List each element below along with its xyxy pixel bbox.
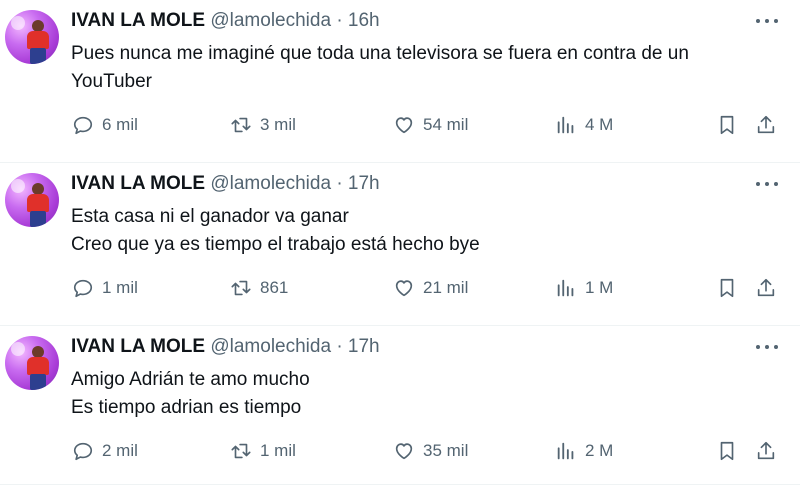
share-icon xyxy=(757,278,775,297)
tweet-header: IVAN LA MOLE @lamolechida · 17h xyxy=(71,335,740,359)
bookmark-button[interactable] xyxy=(716,113,738,137)
views-button[interactable]: 4 M xyxy=(555,113,613,137)
tweet-text-line: Es tiempo adrian es tiempo xyxy=(71,397,302,418)
reply-count: 1 mil xyxy=(102,278,138,297)
share-icon xyxy=(757,441,775,460)
bookmark-button[interactable] xyxy=(716,276,738,300)
tweet-text: Esta casa ni el ganador va ganar Creo qu… xyxy=(71,203,780,259)
more-dots-icon[interactable] xyxy=(756,339,778,355)
bookmark-icon xyxy=(720,278,734,298)
timestamp[interactable]: 16h xyxy=(348,10,380,31)
tweet-actions: 1 mil 861 21 mil 1 M xyxy=(70,276,782,300)
views-chart-icon xyxy=(557,442,574,460)
separator: · xyxy=(336,336,343,357)
retweet-icon xyxy=(231,280,251,296)
share-button[interactable] xyxy=(755,439,777,463)
retweet-button[interactable]: 1 mil xyxy=(230,439,296,463)
like-button[interactable]: 21 mil xyxy=(393,276,468,300)
tweet[interactable]: IVAN LA MOLE @lamolechida · 17h Esta cas… xyxy=(0,163,800,326)
author-name[interactable]: IVAN LA MOLE xyxy=(71,173,205,194)
tweet-actions: 6 mil 3 mil 54 mil 4 M xyxy=(70,113,782,137)
reply-button[interactable]: 1 mil xyxy=(72,276,138,300)
tweet-text: Amigo Adrián te amo mucho Es tiempo adri… xyxy=(71,366,780,422)
heart-icon xyxy=(395,117,413,134)
author-name[interactable]: IVAN LA MOLE xyxy=(71,336,205,357)
heart-icon xyxy=(395,280,413,297)
author-handle[interactable]: @lamolechida xyxy=(210,173,331,194)
author-handle[interactable]: @lamolechida xyxy=(210,336,331,357)
tweet[interactable]: IVAN LA MOLE @lamolechida · 16h Pues nun… xyxy=(0,0,800,163)
tweet-text-line: Creo que ya es tiempo el trabajo está he… xyxy=(71,234,480,255)
tweet-text-line: Pues nunca me imaginé que toda una telev… xyxy=(71,43,689,64)
heart-icon xyxy=(395,443,413,460)
like-button[interactable]: 54 mil xyxy=(393,113,468,137)
avatar[interactable] xyxy=(5,173,59,227)
reply-button[interactable]: 2 mil xyxy=(72,439,138,463)
author-handle[interactable]: @lamolechida xyxy=(210,10,331,31)
tweet-text: Pues nunca me imaginé que toda una telev… xyxy=(71,40,780,96)
tweet[interactable]: IVAN LA MOLE @lamolechida · 17h Amigo Ad… xyxy=(0,326,800,485)
like-count: 21 mil xyxy=(423,278,469,297)
tweet-text-line: Amigo Adrián te amo mucho xyxy=(71,369,310,390)
views-count: 4 M xyxy=(585,115,614,134)
like-count: 35 mil xyxy=(423,441,469,460)
share-icon xyxy=(757,115,775,134)
retweet-button[interactable]: 3 mil xyxy=(230,113,296,137)
tweet-header: IVAN LA MOLE @lamolechida · 17h xyxy=(71,172,740,196)
separator: · xyxy=(336,173,343,194)
views-button[interactable]: 2 M xyxy=(555,439,613,463)
reply-icon xyxy=(73,442,93,461)
more-dots-icon[interactable] xyxy=(756,176,778,192)
tweet-feed: IVAN LA MOLE @lamolechida · 16h Pues nun… xyxy=(0,0,800,485)
timestamp[interactable]: 17h xyxy=(348,336,380,357)
avatar[interactable] xyxy=(5,336,59,390)
like-count: 54 mil xyxy=(423,115,469,134)
views-count: 1 M xyxy=(585,278,614,297)
retweet-count: 1 mil xyxy=(260,441,296,460)
reply-button[interactable]: 6 mil xyxy=(72,113,138,137)
tweet-header: IVAN LA MOLE @lamolechida · 16h xyxy=(71,9,740,33)
share-button[interactable] xyxy=(755,276,777,300)
tweet-text-line: Esta casa ni el ganador va ganar xyxy=(71,206,349,227)
avatar[interactable] xyxy=(5,10,59,64)
like-button[interactable]: 35 mil xyxy=(393,439,468,463)
author-name[interactable]: IVAN LA MOLE xyxy=(71,10,205,31)
share-button[interactable] xyxy=(755,113,777,137)
retweet-icon xyxy=(231,117,251,133)
reply-icon xyxy=(73,116,93,135)
tweet-actions: 2 mil 1 mil 35 mil 2 M xyxy=(70,439,782,463)
separator: · xyxy=(336,10,343,31)
bookmark-button[interactable] xyxy=(716,439,738,463)
reply-icon xyxy=(73,279,93,298)
retweet-icon xyxy=(231,443,251,459)
bookmark-icon xyxy=(720,115,734,135)
reply-count: 6 mil xyxy=(102,115,138,134)
bookmark-icon xyxy=(720,441,734,461)
views-count: 2 M xyxy=(585,441,614,460)
retweet-count: 3 mil xyxy=(260,115,296,134)
views-chart-icon xyxy=(557,279,574,297)
reply-count: 2 mil xyxy=(102,441,138,460)
views-button[interactable]: 1 M xyxy=(555,276,613,300)
tweet-text-line: YouTuber xyxy=(71,71,152,92)
retweet-count: 861 xyxy=(260,278,289,297)
timestamp[interactable]: 17h xyxy=(348,173,380,194)
views-chart-icon xyxy=(557,116,574,134)
more-dots-icon[interactable] xyxy=(756,13,778,29)
retweet-button[interactable]: 861 xyxy=(230,276,288,300)
